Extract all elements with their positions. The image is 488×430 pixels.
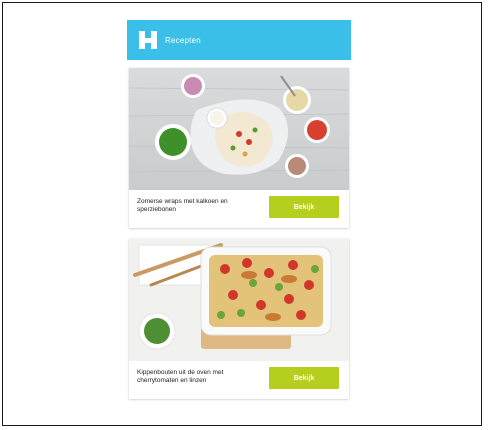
recipe-title: Zomerse wraps met kalkoen en sperziebone… xyxy=(137,198,228,213)
app-title: Recepten xyxy=(165,35,201,45)
screenshot-frame: Recepten Zomerse wraps met kalkoen en sp… xyxy=(2,2,482,426)
oven-dish-photo[interactable] xyxy=(129,239,349,361)
recipe-title: Kippenbouten uit de oven met cherrytomat… xyxy=(137,369,224,384)
app-screen: Recepten Zomerse wraps met kalkoen en sp… xyxy=(127,20,351,420)
h-logo-icon[interactable] xyxy=(137,29,159,51)
app-bar: Recepten xyxy=(127,20,351,60)
view-recipe-button[interactable]: Bekijk xyxy=(269,367,339,389)
view-recipe-button[interactable]: Bekijk xyxy=(269,196,339,218)
wraps-photo[interactable] xyxy=(129,68,349,190)
recipe-card[interactable]: Zomerse wraps met kalkoen en sperziebone… xyxy=(129,68,349,228)
recipe-card[interactable]: Kippenbouten uit de oven met cherrytomat… xyxy=(129,239,349,399)
